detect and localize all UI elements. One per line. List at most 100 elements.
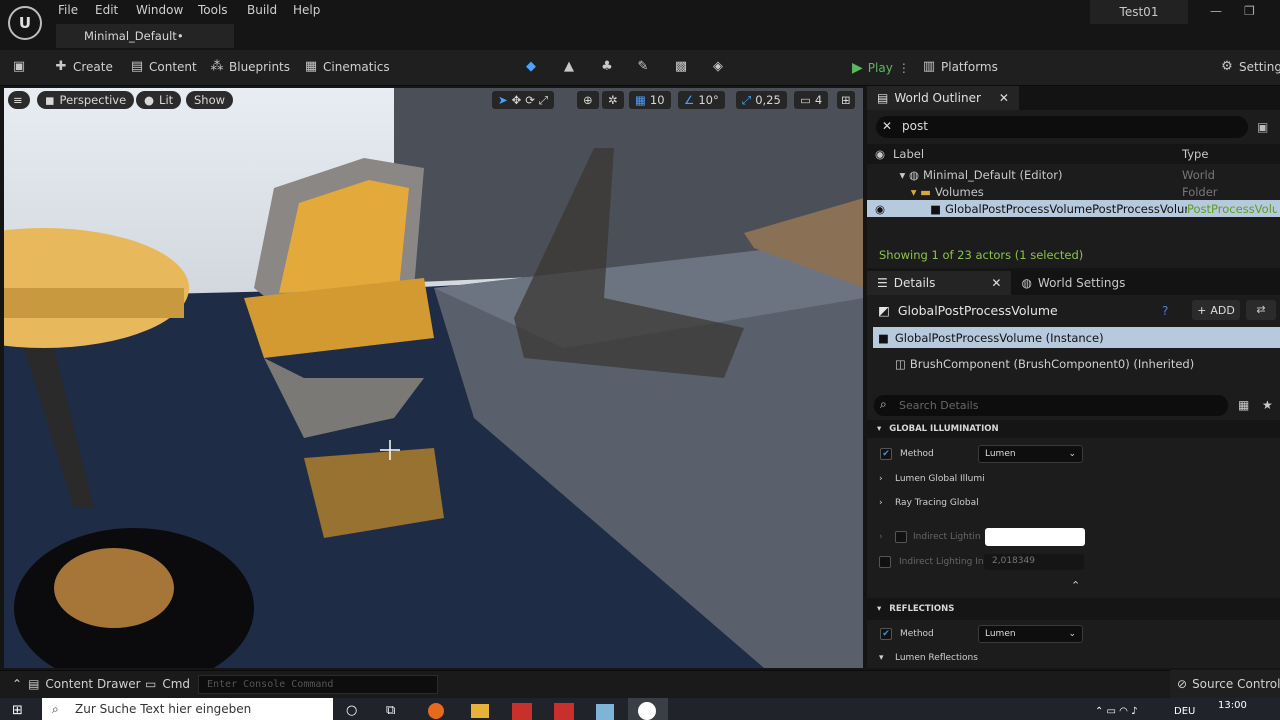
viewport-menu-button[interactable]: ≡ (8, 91, 30, 109)
unreal-logo-icon[interactable]: U (8, 6, 42, 40)
blueprint-convert-icon[interactable]: ⇄ (1246, 300, 1276, 320)
drawer-icon: ▤ (28, 677, 40, 691)
property-lumen-reflections[interactable]: ▾ Lumen Reflections (867, 648, 1280, 668)
content-drawer-button[interactable]: ⌃ ▤ Content Drawer (12, 677, 141, 691)
clock[interactable]: 13:00 (1218, 700, 1247, 711)
level-viewport[interactable] (4, 88, 863, 668)
cortana-icon[interactable]: ○ (346, 703, 357, 718)
menu-tools[interactable]: Tools (198, 3, 228, 17)
scene-render (4, 88, 863, 668)
tab-details[interactable]: ☰ Details ✕ (867, 271, 1012, 295)
fracture-mode-icon[interactable]: ▩ (674, 60, 688, 74)
globe-icon: ⊕ (583, 93, 593, 107)
close-icon[interactable]: ✕ (999, 91, 1009, 105)
blueprints-button[interactable]: ⁂ Blueprints (210, 60, 291, 75)
table-view-icon[interactable]: ▦ (1238, 398, 1249, 412)
indirect-intensity-checkbox[interactable] (879, 556, 891, 568)
landscape-mode-icon[interactable]: ▲ (562, 60, 576, 74)
level-tab[interactable]: Minimal_Default• (56, 24, 234, 48)
brush-edit-icon[interactable]: ◈ (711, 60, 725, 74)
reflection-method-checkbox[interactable]: ✔ (880, 628, 892, 640)
favorite-star-icon[interactable]: ★ (1262, 398, 1273, 412)
maximize-icon[interactable]: ❐ (1244, 4, 1255, 18)
mesh-paint-icon[interactable]: ✎ (636, 60, 650, 74)
file-explorer-icon[interactable] (471, 704, 489, 718)
source-control-button[interactable]: ⊘Source Control C (1170, 670, 1280, 698)
section-global-illumination[interactable]: ▾ GLOBAL ILLUMINATION (867, 420, 1280, 438)
world-local-toggle[interactable]: ⊕ (577, 91, 599, 109)
minimize-icon[interactable]: — (1210, 4, 1222, 18)
firefox-icon[interactable] (428, 703, 444, 719)
select-mode-icon[interactable]: ◆ (524, 60, 538, 74)
outliner-row-postprocess[interactable]: ◉ ■ GlobalPostProcessVolumePostProcessVo… (867, 200, 1280, 217)
menu-window[interactable]: Window (136, 3, 183, 17)
column-label[interactable]: Label (893, 147, 1182, 161)
menu-build[interactable]: Build (247, 3, 277, 17)
tab-world-outliner[interactable]: ▤ World Outliner ✕ (867, 86, 1019, 110)
color-swatch[interactable] (985, 528, 1085, 546)
section-reflections[interactable]: ▾ REFLECTIONS (867, 598, 1280, 620)
foliage-mode-icon[interactable]: ♣ (600, 60, 614, 74)
property-lumen-gi[interactable]: › Lumen Global Illumi (867, 467, 1280, 491)
outliner-search-input[interactable]: post (876, 116, 1248, 138)
platforms-button[interactable]: ▥ Platforms (922, 59, 998, 75)
indirect-lighting-checkbox[interactable] (895, 531, 907, 543)
clear-search-icon[interactable]: ✕ (882, 119, 892, 133)
layout-icon: ⊞ (841, 93, 851, 107)
app-icon-red-1[interactable] (512, 703, 532, 720)
actor-icon: ◩ (878, 303, 890, 318)
component-instance-row[interactable]: ■ GlobalPostProcessVolume (Instance) (873, 327, 1280, 348)
column-type[interactable]: Type (1182, 147, 1208, 161)
gi-method-dropdown[interactable]: Lumen ⌄ (978, 445, 1083, 463)
app-icon-red-2[interactable] (554, 703, 574, 720)
windows-start-icon[interactable]: ⊞ (12, 703, 23, 718)
details-search-input[interactable]: Search Details (874, 395, 1228, 416)
perspective-button[interactable]: ◼ Perspective (37, 91, 135, 109)
play-button[interactable]: ▶ Play ⋮ (852, 60, 910, 76)
console-input[interactable]: Enter Console Command (198, 675, 438, 694)
surface-snap-toggle[interactable]: ✲ (602, 91, 624, 109)
platforms-icon: ▥ (922, 59, 936, 74)
property-ray-tracing-gi[interactable]: › Ray Tracing Global (867, 491, 1280, 515)
rotation-snap-button[interactable]: ∠ 10° (678, 91, 725, 109)
scale-snap-button[interactable]: ⤢ 0,25 (736, 91, 787, 109)
tray-icons[interactable]: ⌃ ▭ ◠ ♪ (1095, 706, 1137, 717)
app-icon-eraser[interactable] (596, 704, 614, 720)
indirect-intensity-field[interactable]: 2,018349 (984, 554, 1084, 570)
help-icon[interactable]: ? (1162, 304, 1168, 318)
lit-button[interactable]: ● Lit (136, 91, 182, 109)
property-reflection-method: ✔ Method Lumen ⌄ (867, 622, 1280, 646)
menu-file[interactable]: File (58, 3, 78, 17)
outliner-row-world[interactable]: ▾ ◍ Minimal_Default (Editor) World (867, 166, 1280, 183)
cinematics-button[interactable]: ▦ Cinematics (304, 60, 390, 75)
add-component-button[interactable]: + ADD (1192, 300, 1240, 320)
chevron-right-icon[interactable]: › (879, 532, 895, 542)
component-brush-row[interactable]: ◫ BrushComponent (BrushComponent0) (Inher… (895, 357, 1194, 371)
taskbar-search-input[interactable]: Zur Suche Text hier eingeben (42, 698, 333, 720)
language-indicator[interactable]: DEU (1174, 706, 1195, 717)
terminal-icon: ▭ (145, 677, 157, 691)
show-button[interactable]: Show (186, 91, 234, 109)
task-view-icon[interactable]: ⧉ (386, 703, 395, 718)
outliner-row-folder[interactable]: ▾ ▬ Volumes Folder (867, 183, 1280, 200)
menu-help[interactable]: Help (293, 3, 320, 17)
cmd-button[interactable]: ▭ Cmd (145, 677, 190, 691)
grid-snap-button[interactable]: ▦ 10 (629, 91, 671, 109)
gi-method-checkbox[interactable]: ✔ (880, 448, 892, 460)
save-icon[interactable]: ▣ (12, 60, 26, 74)
chevron-right-icon: › (879, 474, 883, 484)
add-folder-icon[interactable]: ▣ (1257, 120, 1268, 134)
menu-edit[interactable]: Edit (95, 3, 118, 17)
create-button[interactable]: ✚ Create (54, 60, 113, 75)
transform-tools[interactable]: ➤ ✥ ⟳ ⤢ (492, 91, 555, 109)
reflection-method-dropdown[interactable]: Lumen ⌄ (978, 625, 1083, 643)
tab-world-settings[interactable]: ◍ World Settings (1011, 276, 1135, 290)
visibility-icon[interactable]: ◉ (867, 202, 893, 216)
viewport-layout-button[interactable]: ⊞ (837, 91, 855, 109)
outliner-header: ◉ Label Type (867, 144, 1280, 164)
close-icon[interactable]: ✕ (991, 276, 1001, 290)
camera-speed-button[interactable]: ▭ 4 (794, 91, 829, 109)
content-button[interactable]: ▤ Content (130, 60, 197, 75)
settings-button[interactable]: ⚙Settings (1220, 60, 1280, 75)
collapse-advanced-icon[interactable]: ⌃ (1071, 579, 1080, 592)
